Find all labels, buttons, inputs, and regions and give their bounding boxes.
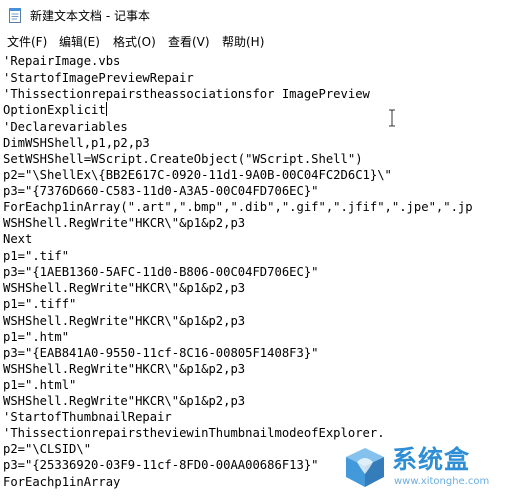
- editor-line: DimWSHShell,p1,p2,p3: [3, 136, 150, 150]
- editor-line: p1=".html": [3, 378, 77, 392]
- watermark: 系统盒 www.xitonghe.com: [338, 438, 514, 499]
- menu-edit[interactable]: 编辑(E): [59, 33, 100, 50]
- title-bar[interactable]: 新建文本文档 - 记事本: [0, 0, 514, 30]
- editor-line: WSHShell.RegWrite"HKCR\"&p1&p2,p3: [3, 362, 246, 376]
- editor-line: 'RepairImage.vbs: [3, 54, 121, 68]
- editor-line: p1=".htm": [3, 330, 70, 344]
- editor-line-cursor: OptionExplicit: [3, 102, 107, 118]
- ibeam-cursor-icon: [388, 109, 396, 127]
- editor-line: 'ThissectionrepairstheviewinThumbnailmod…: [3, 426, 385, 440]
- editor-line: 'Thissectionrepairstheassociationsfor Im…: [3, 87, 370, 101]
- menu-format[interactable]: 格式(O): [113, 33, 156, 50]
- text-editor[interactable]: 'RepairImage.vbs 'StartofImagePreviewRep…: [0, 51, 514, 499]
- menu-view[interactable]: 查看(V): [168, 33, 210, 50]
- notepad-window: 新建文本文档 - 记事本 文件(F) 编辑(E) 格式(O) 查看(V) 帮助(…: [0, 0, 514, 499]
- window-title: 新建文本文档 - 记事本: [30, 9, 150, 23]
- editor-line: WSHShell.RegWrite"HKCR\"&p1&p2,p3: [3, 281, 246, 295]
- editor-line: p2="\ShellEx\{BB2E617C-0920-11d1-9A0B-00…: [3, 168, 392, 182]
- editor-line: p2="\CLSID\": [3, 442, 92, 456]
- editor-line: WSHShell.RegWrite"HKCR\"&p1&p2,p3: [3, 216, 246, 230]
- text-caret: [105, 102, 107, 116]
- notepad-icon: [8, 7, 22, 23]
- editor-line: 'Declarevariables: [3, 120, 128, 134]
- editor-line: OptionExplicit: [3, 103, 106, 117]
- editor-line: p3="{1AEB1360-5AFC-11d0-B806-00C04FD706E…: [3, 265, 319, 279]
- editor-line: p3="{25336920-03F9-11cf-8FD0-00AA00686F1…: [3, 458, 319, 472]
- editor-line: SetWSHShell=WScript.CreateObject("WScrip…: [3, 152, 363, 166]
- editor-line: 'StartofImagePreviewRepair: [3, 71, 194, 85]
- editor-line: ForEachp1inArray(".art",".bmp",".dib",".…: [3, 200, 473, 214]
- watermark-title: 系统盒: [392, 445, 471, 474]
- editor-line: Next: [3, 232, 33, 246]
- watermark-url: www.xitonghe.com: [394, 476, 490, 487]
- menu-file[interactable]: 文件(F): [7, 33, 47, 50]
- menu-help[interactable]: 帮助(H): [222, 33, 264, 50]
- editor-line: p1=".tif": [3, 249, 70, 263]
- editor-line: p3="{7376D660-C583-11d0-A3A5-00C04FD706E…: [3, 184, 319, 198]
- editor-line: WSHShell.RegWrite"HKCR\"&p1&p2,p3: [3, 314, 246, 328]
- editor-line: 'StartofThumbnailRepair: [3, 410, 172, 424]
- editor-line: WSHShell.RegWrite"HKCR\"&p1&p2,p3: [3, 394, 246, 408]
- editor-line: p1=".tiff": [3, 297, 77, 311]
- watermark-logo-icon: [346, 448, 384, 487]
- editor-line: p3="{EAB841A0-9550-11cf-8C16-00805F1408F…: [3, 346, 319, 360]
- menu-bar: 文件(F) 编辑(E) 格式(O) 查看(V) 帮助(H): [0, 30, 514, 52]
- editor-line: ForEachp1inArray: [3, 475, 121, 489]
